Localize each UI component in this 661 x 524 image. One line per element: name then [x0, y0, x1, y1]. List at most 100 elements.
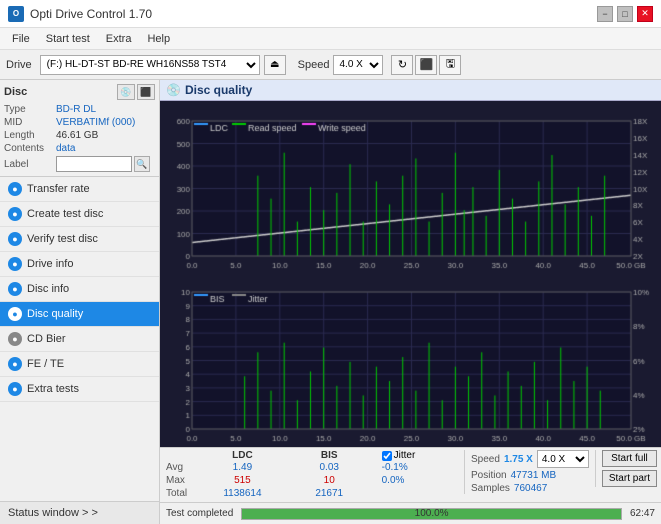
title-bar-left: O Opti Drive Control 1.70 [8, 6, 152, 22]
sidebar-item-fe-te-label: FE / TE [27, 358, 64, 370]
menu-extra[interactable]: Extra [98, 31, 140, 47]
sidebar-item-disc-quality[interactable]: ● Disc quality [0, 302, 159, 327]
disc-label-label: Label [4, 159, 56, 170]
sidebar-item-transfer-rate-label: Transfer rate [27, 183, 90, 195]
sidebar-item-disc-info-label: Disc info [27, 283, 69, 295]
extra-tests-icon: ● [8, 382, 22, 396]
sidebar-menu: ● Transfer rate ● Create test disc ● Ver… [0, 177, 159, 501]
samples-label: Samples [471, 483, 510, 494]
disc-contents-value: data [56, 143, 75, 154]
disc-mid-label: MID [4, 117, 56, 128]
label-search-button[interactable]: 🔍 [134, 156, 150, 172]
sidebar-item-verify-test-disc[interactable]: ● Verify test disc [0, 227, 159, 252]
speed-label: Speed [298, 59, 330, 71]
verify-test-disc-icon: ● [8, 232, 22, 246]
progress-bar: 100.0% [241, 508, 622, 520]
position-value: 47731 MB [511, 470, 557, 481]
sidebar-item-drive-info[interactable]: ● Drive info [0, 252, 159, 277]
jitter-header: Jitter [378, 450, 458, 461]
window-controls: − □ ✕ [597, 6, 653, 22]
toolbar-icons: ↻ ⬛ 🖫 [391, 55, 461, 75]
speed-stat-value: 1.75 X [504, 454, 533, 465]
disc-mid-value: VERBATIMf (000) [56, 117, 135, 128]
disc-contents-row: Contents data [4, 143, 155, 154]
ldc-total: 1138614 [194, 487, 291, 500]
disc-section-title: Disc [4, 86, 27, 98]
disc-mid-row: MID VERBATIMf (000) [4, 117, 155, 128]
disc-icon-2[interactable]: ⬛ [137, 84, 155, 100]
title-bar: O Opti Drive Control 1.70 − □ ✕ [0, 0, 661, 28]
jitter-max: 0.0% [378, 474, 458, 487]
disc-type-value: BD-R DL [56, 104, 96, 115]
create-test-disc-icon: ● [8, 207, 22, 221]
close-button[interactable]: ✕ [637, 6, 653, 22]
drive-toolbar: Drive (F:) HL-DT-ST BD-RE WH16NS58 TST4 … [0, 50, 661, 80]
status-window-label: Status window > > [8, 507, 98, 519]
disc-quality-icon: ● [8, 307, 22, 321]
disc-info-icon: ● [8, 282, 22, 296]
speed-position-area: Speed 1.75 X 4.0 X Position 47731 MB Sam… [464, 450, 589, 494]
sidebar-item-create-test-disc-label: Create test disc [27, 208, 103, 220]
disc-header: Disc 💿 ⬛ [4, 84, 155, 100]
disc-label-input[interactable] [56, 156, 132, 172]
sidebar-item-cd-bier[interactable]: ● CD Bier [0, 327, 159, 352]
menu-start-test[interactable]: Start test [38, 31, 98, 47]
sidebar-item-cd-bier-label: CD Bier [27, 333, 66, 345]
speed-row: Speed 1.75 X 4.0 X [471, 450, 589, 468]
sidebar-item-transfer-rate[interactable]: ● Transfer rate [0, 177, 159, 202]
sidebar-item-extra-tests[interactable]: ● Extra tests [0, 377, 159, 402]
maximize-button[interactable]: □ [617, 6, 633, 22]
progress-percent: 100.0% [242, 509, 621, 519]
start-part-button[interactable]: Start part [602, 470, 657, 487]
disc-icon-1[interactable]: 💿 [117, 84, 135, 100]
speed-select[interactable]: 4.0 X [333, 55, 383, 75]
jitter-avg: -0.1% [378, 461, 458, 474]
toolbar-icon-2[interactable]: ⬛ [415, 55, 437, 75]
disc-length-row: Length 46.61 GB [4, 130, 155, 141]
fe-te-icon: ● [8, 357, 22, 371]
sidebar-item-disc-info[interactable]: ● Disc info [0, 277, 159, 302]
avg-label: Avg [164, 461, 194, 474]
sidebar: Disc 💿 ⬛ Type BD-R DL MID VERBATIMf (000… [0, 80, 160, 524]
sidebar-item-create-test-disc[interactable]: ● Create test disc [0, 202, 159, 227]
total-label: Total [164, 487, 194, 500]
transfer-rate-icon: ● [8, 182, 22, 196]
position-label: Position [471, 470, 507, 481]
position-row: Position 47731 MB [471, 470, 589, 481]
start-full-button[interactable]: Start full [602, 450, 657, 467]
samples-value: 760467 [514, 483, 547, 494]
jitter-label: Jitter [394, 450, 416, 461]
ldc-max: 515 [194, 474, 291, 487]
eject-button[interactable]: ⏏ [264, 55, 286, 75]
stats-area: LDC BIS Jitter Avg 1.49 0.03 -0.1% [160, 447, 661, 502]
drive-label: Drive [6, 59, 32, 71]
app-logo: O [8, 6, 24, 22]
minimize-button[interactable]: − [597, 6, 613, 22]
menu-bar: File Start test Extra Help [0, 28, 661, 50]
jitter-checkbox[interactable] [382, 451, 392, 461]
disc-contents-label: Contents [4, 143, 56, 154]
menu-help[interactable]: Help [139, 31, 178, 47]
speed-stat-label: Speed [471, 454, 500, 465]
bis-total: 21671 [291, 487, 368, 500]
sidebar-item-drive-info-label: Drive info [27, 258, 73, 270]
sidebar-item-extra-tests-label: Extra tests [27, 383, 79, 395]
drive-info-icon: ● [8, 257, 22, 271]
disc-quality-header-icon: 💿 [166, 83, 181, 97]
samples-row: Samples 760467 [471, 483, 589, 494]
sidebar-item-fe-te[interactable]: ● FE / TE [0, 352, 159, 377]
disc-type-label: Type [4, 104, 56, 115]
status-window-button[interactable]: Status window > > [0, 501, 159, 524]
toolbar-icon-1[interactable]: ↻ [391, 55, 413, 75]
menu-file[interactable]: File [4, 31, 38, 47]
toolbar-icon-3[interactable]: 🖫 [439, 55, 461, 75]
cd-bier-icon: ● [8, 332, 22, 346]
speed-stat-select[interactable]: 4.0 X [537, 450, 589, 468]
bis-header: BIS [291, 450, 368, 461]
ldc-avg: 1.49 [194, 461, 291, 474]
elapsed-time: 62:47 [630, 508, 655, 519]
drive-select[interactable]: (F:) HL-DT-ST BD-RE WH16NS58 TST4 [40, 55, 260, 75]
stats-table: LDC BIS Jitter Avg 1.49 0.03 -0.1% [164, 450, 458, 500]
content-area: 💿 Disc quality LDC BIS Jitter [160, 80, 661, 524]
upper-chart [160, 101, 661, 274]
